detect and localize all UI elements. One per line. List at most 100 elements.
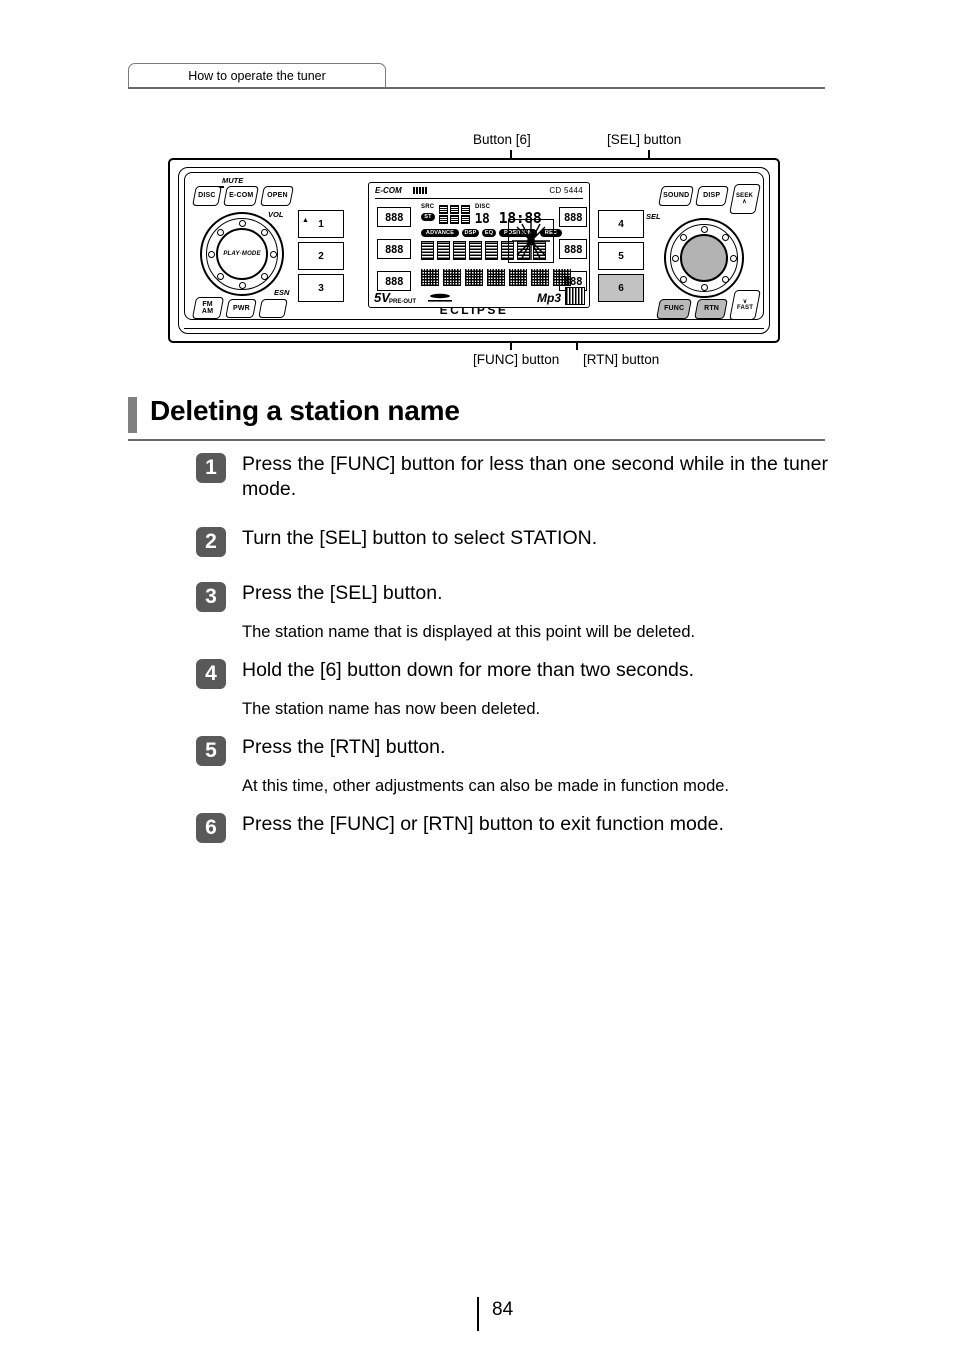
- preset-button-1[interactable]: 1: [298, 210, 344, 238]
- callout-rtn-button: [RTN] button: [583, 352, 660, 367]
- lcd-source-box-2: [450, 205, 459, 214]
- sel-knob-tick-se: [721, 275, 729, 283]
- lcd-indicator-advance: ADVANCE: [421, 229, 459, 237]
- step-number-badge: 5: [196, 736, 226, 766]
- disc-button[interactable]: DISC: [192, 186, 222, 206]
- lcd-disc-logo-icon: [565, 287, 585, 305]
- knob-tick-w: [207, 250, 215, 258]
- lcd-source-box-4: [439, 215, 448, 224]
- header-tab: How to operate the tuner: [128, 63, 386, 88]
- esn-label: ESN: [274, 288, 290, 297]
- running-header: How to operate the tuner: [128, 63, 825, 89]
- lcd-dot-matrix: [465, 269, 483, 286]
- rtn-button[interactable]: RTN: [694, 299, 728, 319]
- lcd-src-label: SRC: [421, 204, 435, 210]
- step-item: 3 Press the [SEL] button.: [196, 581, 828, 612]
- section-title-block: Deleting a station name: [128, 395, 825, 441]
- preset-button-4[interactable]: 4: [598, 210, 644, 238]
- preset-button-6[interactable]: 6: [598, 274, 644, 302]
- lcd-dot-matrix: [487, 269, 505, 286]
- lcd-model-label: CD 5444: [549, 186, 583, 195]
- play-mode-button[interactable]: PLAY·MODE: [216, 228, 268, 280]
- page-title: Deleting a station name: [150, 395, 460, 426]
- lcd-preout-voltage: 5V: [374, 290, 390, 305]
- disc-eject-icon: [428, 293, 452, 302]
- lcd-char-cell: [453, 241, 466, 260]
- lcd-char-cell: [485, 241, 498, 260]
- step-number-badge: 4: [196, 659, 226, 689]
- page-footer: 84: [0, 1297, 954, 1337]
- callout-func-button: [FUNC] button: [473, 352, 560, 367]
- lcd-right-segment-2: 888: [559, 239, 587, 259]
- mute-label: MUTE: [222, 176, 244, 185]
- header-divider: [128, 87, 825, 89]
- lcd-dot-matrix: [443, 269, 461, 286]
- step-note: The station name that is displayed at th…: [242, 623, 696, 641]
- lcd-source-box-6: [461, 215, 470, 224]
- knob-tick-n: [238, 219, 246, 227]
- step-number-badge: 2: [196, 527, 226, 557]
- step-number-badge: 6: [196, 813, 226, 843]
- step-item: 1 Press the [FUNC] button for less than …: [196, 452, 828, 502]
- sel-knob-hub[interactable]: [680, 234, 728, 282]
- device-diagram: Button [6] [SEL] button [FUNC] button [R…: [128, 120, 828, 375]
- lcd-indicator-dsp: DSP: [462, 229, 479, 237]
- sound-field-frame: [508, 219, 554, 263]
- lcd-dot-matrix: [509, 269, 527, 286]
- lcd-left-segment-1: 888: [377, 207, 411, 227]
- sel-knob-tick-s: [700, 283, 708, 291]
- lcd-dot-matrix: [421, 269, 439, 286]
- step-number-badge: 3: [196, 582, 226, 612]
- disp-button[interactable]: DISP: [695, 186, 729, 206]
- lcd-st-indicator: ST: [421, 213, 435, 221]
- step-item: 6 Press the [FUNC] or [RTN] button to ex…: [196, 812, 828, 843]
- knob-tick-s: [238, 281, 246, 289]
- preset-button-5[interactable]: 5: [598, 242, 644, 270]
- preset-button-3[interactable]: 3: [298, 274, 344, 302]
- title-divider: [128, 439, 825, 441]
- procedure-steps: 1 Press the [FUNC] button for less than …: [196, 452, 828, 847]
- sel-knob[interactable]: [664, 218, 744, 298]
- sound-button[interactable]: SOUND: [658, 186, 694, 206]
- fm-am-button[interactable]: FM AM: [191, 297, 225, 319]
- step-text: Turn the [SEL] button to select STATION.: [242, 527, 598, 549]
- lcd-disc-number: 18: [474, 211, 490, 227]
- lcd-char-cell: [421, 241, 434, 260]
- step-text: Press the [SEL] button.: [242, 582, 443, 604]
- lcd-mp3-indicator: Mp3: [537, 291, 561, 305]
- callout-button-6: Button [6]: [473, 132, 531, 147]
- sel-knob-tick-e: [729, 254, 737, 262]
- step-text: Hold the [6] button down for more than t…: [242, 659, 695, 681]
- func-button[interactable]: FUNC: [656, 299, 692, 319]
- lcd-source-box-3: [461, 205, 470, 214]
- step-number-badge: 1: [196, 453, 226, 483]
- pwr-button[interactable]: PWR: [225, 299, 257, 318]
- step-item: 2 Turn the [SEL] button to select STATIO…: [196, 526, 828, 557]
- faceplate-release-button[interactable]: [258, 299, 288, 318]
- volume-knob[interactable]: PLAY·MODE: [200, 212, 284, 296]
- footer-divider: [477, 1297, 479, 1331]
- preset-button-2[interactable]: 2: [298, 242, 344, 270]
- sel-knob-tick-nw: [679, 233, 687, 241]
- step-text: Press the [RTN] button.: [242, 736, 446, 758]
- lcd-left-segment-3: 888: [377, 271, 411, 291]
- lcd-char-cell: [469, 241, 482, 260]
- lcd-dot-matrix: [531, 269, 549, 286]
- e-com-button[interactable]: E-COM: [223, 186, 259, 206]
- sel-knob-tick-ne: [721, 233, 729, 241]
- open-button[interactable]: OPEN: [260, 186, 294, 206]
- step-text: Press the [FUNC] button for less than on…: [242, 453, 828, 500]
- step-item: 4 Hold the [6] button down for more than…: [196, 658, 828, 689]
- knob-tick-e: [269, 250, 277, 258]
- lcd-ecom-bars-icon: [413, 187, 427, 194]
- sel-knob-tick-n: [700, 225, 708, 233]
- title-accent-bar: [128, 397, 137, 433]
- step-text: Press the [FUNC] or [RTN] button to exit…: [242, 813, 724, 835]
- step-note: The station name has now been deleted.: [242, 700, 541, 718]
- eject-icon: ▲: [302, 217, 309, 224]
- lcd-ecom-logo: E-COM: [375, 186, 402, 195]
- header-tab-label: How to operate the tuner: [188, 69, 326, 83]
- head-unit-chassis: ECLIPSE MUTE DISC E-COM OPEN VOL PLAY·MO…: [168, 158, 780, 343]
